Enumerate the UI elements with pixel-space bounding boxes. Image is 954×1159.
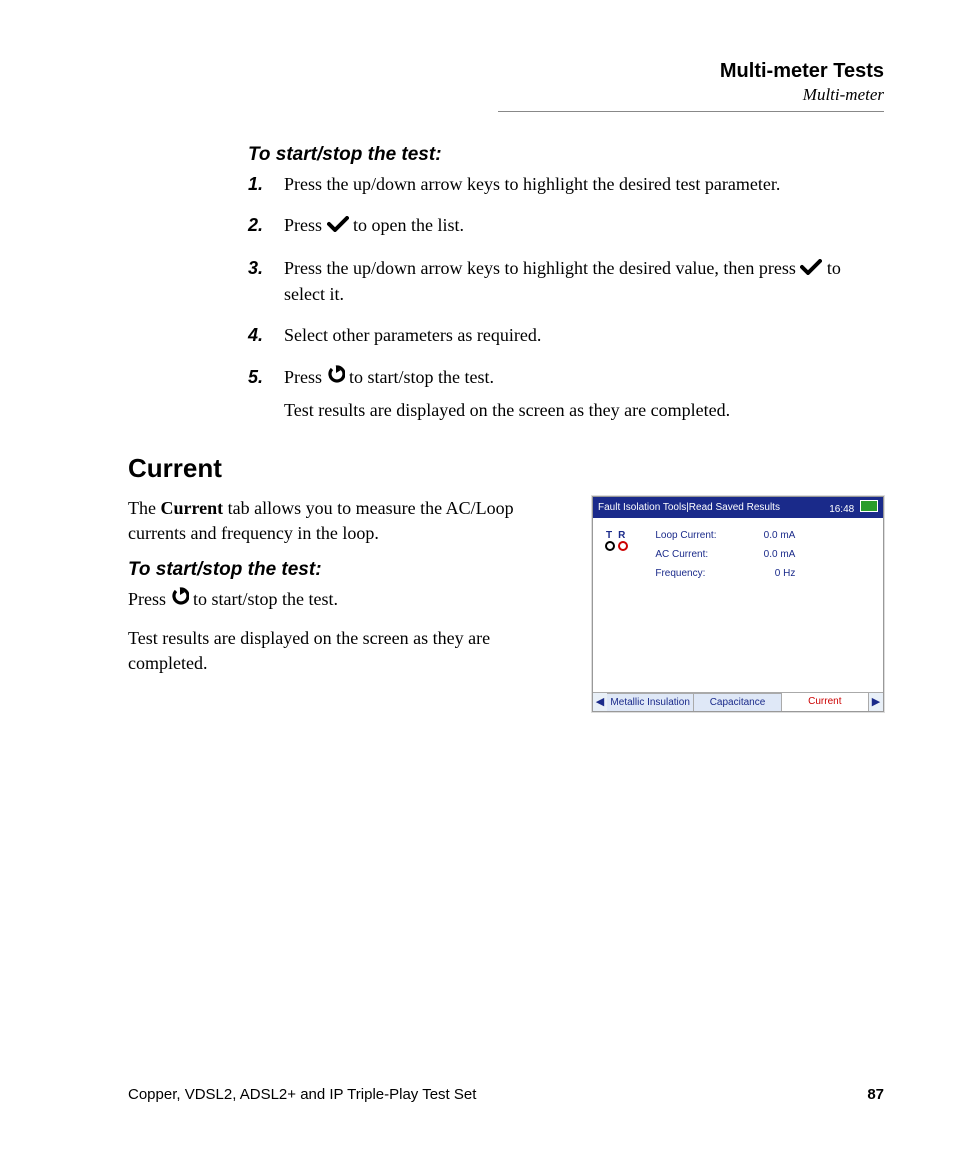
tab-arrow-right-icon[interactable]: ▶ xyxy=(869,693,883,711)
step-4: Select other parameters as required. xyxy=(248,323,884,348)
ss-value-1: 0.0 mA xyxy=(764,549,796,560)
tab-current[interactable]: Current xyxy=(782,693,869,711)
ss-tr-connectors: TR xyxy=(605,530,631,680)
ss-label-2: Frequency: xyxy=(655,568,705,579)
tab-capacitance[interactable]: Capacitance xyxy=(694,693,781,711)
ss-label-1: AC Current: xyxy=(655,549,708,560)
step-2-post: to open the list. xyxy=(353,215,464,235)
ss-body: TR Loop Current: 0.0 mA AC Current: 0.0 mA… xyxy=(593,518,883,692)
intro-pre: The xyxy=(128,498,160,518)
tab-metallic-insulation[interactable]: Metallic Insulation xyxy=(607,693,694,711)
press-line: Press to start/stop the test. xyxy=(128,587,570,614)
step-5-pre: Press xyxy=(284,367,327,387)
ss-title: Fault Isolation Tools|Read Saved Results xyxy=(598,502,780,513)
ss-tabs: ◀ Metallic Insulation Capacitance Curren… xyxy=(593,692,883,711)
step-5-post: to start/stop the test. xyxy=(349,367,494,387)
loop-icon xyxy=(327,365,345,392)
tr-r: R xyxy=(618,530,631,541)
step-3: Press the up/down arrow keys to highligh… xyxy=(248,256,884,308)
intro-bold: Current xyxy=(160,498,223,518)
header-rule xyxy=(498,111,884,112)
step-3-pre: Press the up/down arrow keys to highligh… xyxy=(284,258,800,278)
section-heading-current: Current xyxy=(128,453,884,484)
battery-icon xyxy=(860,500,878,512)
ss-value-2: 0 Hz xyxy=(775,568,796,579)
device-screenshot: Fault Isolation Tools|Read Saved Results… xyxy=(592,496,884,712)
ss-row-ac: AC Current: 0.0 mA xyxy=(655,549,795,560)
tr-t: T xyxy=(606,530,618,541)
step-2: Press to open the list. xyxy=(248,213,884,239)
current-intro: The Current tab allows you to measure th… xyxy=(128,496,570,546)
step-1: Press the up/down arrow keys to highligh… xyxy=(248,172,884,197)
ss-label-0: Loop Current: xyxy=(655,530,716,541)
check-icon xyxy=(800,257,822,282)
subhead-start-stop-1: To start/stop the test: xyxy=(248,144,884,166)
ss-value-0: 0.0 mA xyxy=(764,530,796,541)
connector-r-icon xyxy=(618,541,628,551)
step-1-text: Press the up/down arrow keys to highligh… xyxy=(284,174,780,194)
press-pre: Press xyxy=(128,589,171,609)
page-header: Multi-meter Tests Multi-meter xyxy=(498,60,884,112)
step-5-result: Test results are displayed on the screen… xyxy=(284,398,884,423)
ss-time: 16:48 xyxy=(829,504,854,515)
ss-row-loop: Loop Current: 0.0 mA xyxy=(655,530,795,541)
step-5: Press to start/stop the test. Test resul… xyxy=(248,365,884,424)
step-2-pre: Press xyxy=(284,215,327,235)
press-post: to start/stop the test. xyxy=(193,589,338,609)
footer-left: Copper, VDSL2, ADSL2+ and IP Triple-Play… xyxy=(128,1086,476,1103)
ss-row-freq: Frequency: 0 Hz xyxy=(655,568,795,579)
ss-titlebar: Fault Isolation Tools|Read Saved Results… xyxy=(593,497,883,518)
subhead-start-stop-2: To start/stop the test: xyxy=(128,559,570,581)
connector-t-icon xyxy=(605,541,615,551)
chapter-title: Multi-meter Tests xyxy=(498,60,884,83)
section-name: Multi-meter xyxy=(498,85,884,105)
result-line-2: Test results are displayed on the screen… xyxy=(128,626,570,676)
tab-arrow-left-icon[interactable]: ◀ xyxy=(593,693,607,711)
ss-fields: Loop Current: 0.0 mA AC Current: 0.0 mA Fr… xyxy=(655,530,871,680)
page-footer: Copper, VDSL2, ADSL2+ and IP Triple-Play… xyxy=(128,1086,884,1103)
loop-icon xyxy=(171,587,189,614)
check-icon xyxy=(327,214,349,239)
page-number: 87 xyxy=(867,1086,884,1103)
steps-list-1: Press the up/down arrow keys to highligh… xyxy=(248,172,884,423)
step-4-text: Select other parameters as required. xyxy=(284,325,541,345)
